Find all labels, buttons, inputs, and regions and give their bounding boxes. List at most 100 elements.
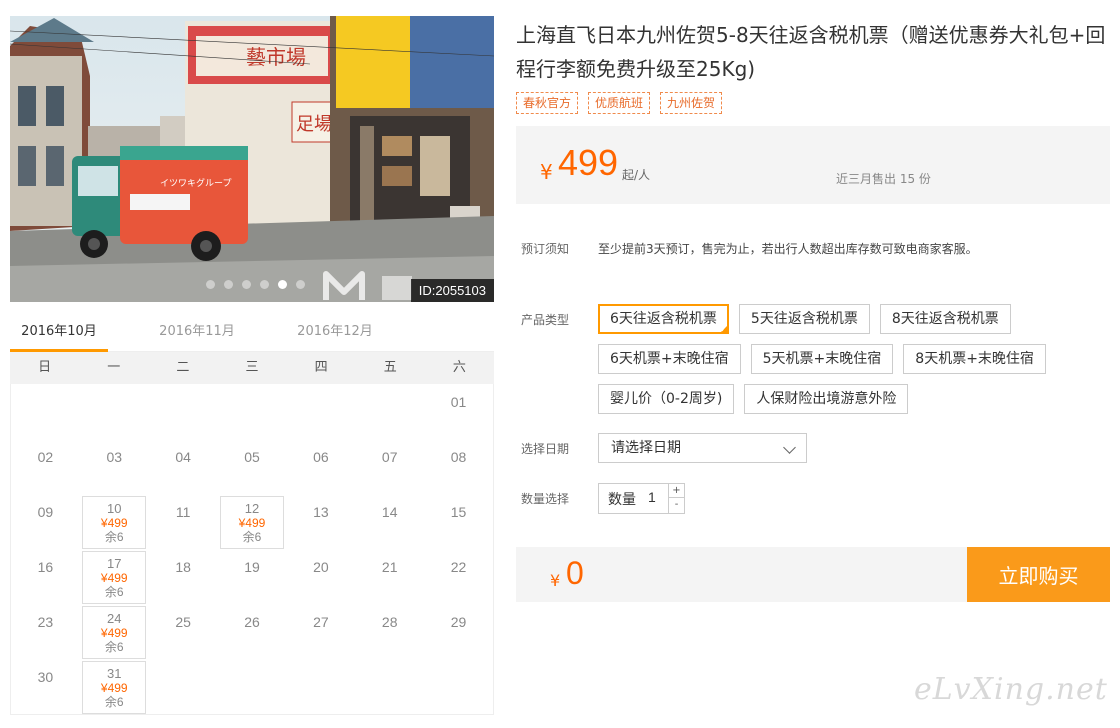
quantity-label: 数量选择 (521, 492, 570, 506)
calendar-cell: 10 ¥499 余6 (80, 494, 149, 549)
total-currency: ¥ (550, 571, 561, 590)
calendar-day-number: 27 (313, 614, 329, 630)
calendar-available-day[interactable]: 31 ¥499 余6 (82, 661, 147, 714)
calendar-cell: 26 (218, 604, 287, 659)
calendar-cell (218, 384, 287, 439)
calendar-cell: 17 ¥499 余6 (80, 549, 149, 604)
date-select[interactable]: 请选择日期 (598, 433, 807, 463)
option-6day-roundtrip[interactable]: 6天往返含税机票 ✓ (598, 304, 729, 334)
calendar-day-number: 21 (381, 559, 398, 575)
calendar-day-number: 25 (175, 614, 191, 630)
product-tags: 春秋官方 优质航班 九州佐贺 (516, 92, 723, 114)
option-5day-roundtrip[interactable]: 5天往返含税机票 (738, 304, 870, 334)
tab-month-oct[interactable]: 2016年10月 (10, 312, 108, 352)
calendar-day-stock: 余6 (104, 530, 124, 544)
carousel-dot[interactable] (224, 280, 233, 289)
price-box: ¥ 499 起/人 近三月售出 15 份 (516, 126, 1110, 204)
svg-text:藝市場: 藝市場 (246, 45, 306, 69)
option-infant[interactable]: 婴儿价（0-2周岁) (598, 384, 735, 414)
calendar-week-row: 02 03 04 05 06 07 08 (11, 439, 493, 494)
site-watermark: eLvXing.net (914, 672, 1108, 707)
calendar-day-number: 03 (106, 449, 123, 465)
carousel-dot-active[interactable] (278, 280, 287, 289)
product-photo-carousel[interactable]: 藝市場 足場 イツワキグループ ID:2055103 (10, 16, 494, 302)
calendar-day-number: 09 (37, 504, 54, 520)
quantity-field-label: 数量 (608, 492, 636, 508)
calendar-day-price: ¥499 (100, 571, 128, 585)
increment-button[interactable]: + (669, 484, 684, 498)
calendar-cell (286, 659, 355, 714)
availability-calendar: 2016年10月 2016年11月 2016年12月 日 一 二 三 四 五 六… (10, 312, 494, 715)
notice-label: 预订须知 (521, 242, 570, 256)
option-6day-hotel[interactable]: 6天机票+末晚住宿 (598, 344, 741, 374)
calendar-day-number: 12 (244, 501, 260, 516)
calendar-week-row: 30 31 ¥499 余6 (11, 659, 493, 714)
calendar-day-number: 07 (381, 449, 398, 465)
option-5day-hotel[interactable]: 5天机票+末晚住宿 (750, 344, 894, 374)
calendar-week-row: 09 10 ¥499 余6 11 12 ¥499 余6 13 14 15 (11, 494, 493, 549)
tab-month-nov[interactable]: 2016年11月 (148, 312, 246, 351)
total-amount: 0 (566, 555, 584, 591)
product-type-label: 产品类型 (521, 313, 570, 327)
checkout-bar: ¥ 0 立即购买 (516, 547, 1110, 602)
carousel-dots (206, 280, 305, 289)
price-amount: 499 (558, 142, 619, 183)
site-logo-watermark-icon (323, 271, 412, 300)
carousel-dot[interactable] (242, 280, 251, 289)
weekday-label: 一 (107, 360, 121, 375)
calendar-cell: 11 (149, 494, 218, 549)
calendar-cell: 13 (286, 494, 355, 549)
calendar-available-day[interactable]: 10 ¥499 余6 (82, 496, 147, 549)
calendar-day-number: 05 (244, 449, 260, 465)
quantity-stepper[interactable]: 数量 1 + - (598, 483, 685, 514)
calendar-cell: 22 (424, 549, 493, 604)
image-id-label: ID:2055103 (410, 279, 494, 302)
weekday-label: 二 (176, 360, 190, 375)
option-8day-roundtrip[interactable]: 8天往返含税机票 (879, 304, 1011, 334)
product-title: 上海直飞日本九州佐贺5-8天往返含税机票（赠送优惠券大礼包+回程行李额免费升级至… (516, 23, 1106, 81)
calendar-day-number: 16 (37, 559, 54, 575)
tab-month-dec[interactable]: 2016年12月 (286, 312, 384, 351)
calendar-cell: 06 (286, 439, 355, 494)
tag-kyushu-saga[interactable]: 九州佐贺 (660, 92, 723, 114)
tag-chunqiu[interactable]: 春秋官方 (516, 92, 579, 114)
carousel-dot[interactable] (206, 280, 215, 289)
chevron-down-icon (783, 441, 796, 454)
calendar-day-number: 24 (107, 611, 122, 626)
calendar-cell (11, 384, 80, 439)
calendar-cell (80, 384, 149, 439)
calendar-day-number: 13 (313, 504, 329, 520)
calendar-day-number: 20 (313, 559, 329, 575)
calendar-day-price: ¥499 (100, 626, 128, 640)
notice-text: 至少提前3天预订，售完为止，若出行人数超出库存数可致电商家客服。 (598, 242, 978, 256)
carousel-dot[interactable] (260, 280, 269, 289)
carousel-dot[interactable] (296, 280, 305, 289)
calendar-available-day[interactable]: 24 ¥499 余6 (82, 606, 147, 659)
calendar-available-day[interactable]: 17 ¥499 余6 (82, 551, 147, 604)
weekday-label: 四 (314, 360, 328, 375)
calendar-available-day[interactable]: 12 ¥499 余6 (219, 496, 284, 549)
calendar-cell: 05 (218, 439, 287, 494)
calendar-cell: 12 ¥499 余6 (218, 494, 287, 549)
calendar-day-number: 17 (107, 556, 122, 571)
weekday-label: 日 (38, 360, 52, 375)
option-insurance[interactable]: 人保财险出境游意外险 (744, 384, 909, 414)
tag-quality-flight[interactable]: 优质航班 (588, 92, 651, 114)
calendar-day-stock: 余6 (242, 530, 262, 544)
calendar-cell: 08 (424, 439, 493, 494)
buy-now-button[interactable]: 立即购买 (967, 547, 1110, 602)
check-icon: ✓ (720, 325, 727, 334)
option-8day-hotel[interactable]: 8天机票+末晚住宿 (903, 344, 1046, 374)
calendar-day-number: 01 (450, 394, 467, 410)
calendar-day-number: 31 (107, 666, 122, 681)
quantity-value[interactable]: 1 (648, 489, 656, 505)
calendar-day-number: 10 (107, 501, 122, 516)
calendar-cell: 31 ¥499 余6 (80, 659, 149, 714)
calendar-day-price: ¥499 (100, 681, 128, 695)
calendar-cell: 20 (286, 549, 355, 604)
calendar-cell: 01 (424, 384, 493, 439)
calendar-cell: 21 (355, 549, 424, 604)
decrement-button[interactable]: - (669, 498, 684, 512)
calendar-cell: 02 (11, 439, 80, 494)
date-select-value: 请选择日期 (611, 440, 681, 456)
